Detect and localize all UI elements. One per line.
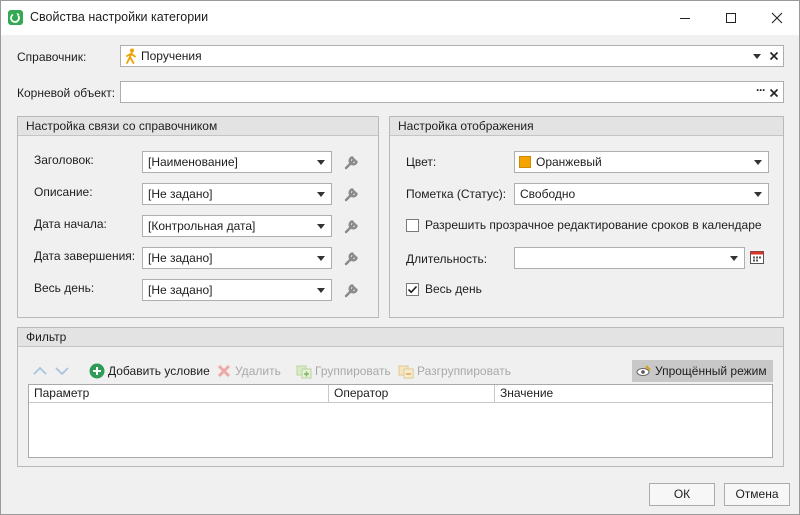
delete-label: Удалить [235, 364, 281, 378]
status-select[interactable]: Свободно [514, 183, 769, 205]
description-label: Описание: [34, 185, 93, 199]
start-date-label: Дата начала: [34, 217, 107, 231]
end-date-value: [Не задано] [148, 251, 213, 265]
chevron-up-icon [33, 366, 47, 375]
color-swatch [519, 156, 531, 168]
transparent-edit-label: Разрешить прозрачное редактирование срок… [425, 218, 762, 232]
all-day-value: [Не задано] [148, 283, 213, 297]
filter-grid[interactable]: Параметр Оператор Значение [28, 384, 773, 458]
group-title: Настройка связи со справочником [18, 117, 378, 136]
wrench-icon[interactable] [342, 184, 362, 204]
title-select[interactable]: [Наименование] [142, 151, 332, 173]
dialog-window: Свойства настройки категории Справочник:… [0, 0, 800, 515]
start-date-value: [Контрольная дата] [148, 219, 256, 233]
add-condition-label: Добавить условие [108, 364, 210, 378]
clear-icon[interactable] [769, 50, 779, 64]
reference-label: Справочник: [17, 50, 87, 64]
ungroup-icon [398, 363, 414, 379]
chevron-down-icon [317, 256, 325, 261]
grid-header: Параметр Оператор Значение [29, 385, 772, 403]
chevron-down-icon [754, 192, 762, 197]
window-title: Свойства настройки категории [30, 10, 209, 24]
cancel-button[interactable]: Отмена [724, 483, 790, 506]
all-day-checkbox[interactable] [406, 283, 419, 296]
delete-x-icon [216, 363, 232, 379]
chevron-down-icon [754, 160, 762, 165]
description-select[interactable]: [Не задано] [142, 183, 332, 205]
checkmark-icon [407, 285, 418, 294]
reference-select[interactable]: Поручения [120, 45, 784, 67]
move-down-button[interactable] [54, 360, 70, 382]
title-bar: Свойства настройки категории [1, 1, 799, 35]
root-object-label: Корневой объект: [17, 86, 116, 100]
root-object-field[interactable]: ··· [120, 81, 784, 103]
chevron-down-icon [317, 224, 325, 229]
status-value: Свободно [520, 187, 576, 201]
app-icon [8, 10, 23, 25]
chevron-down-icon [55, 367, 69, 376]
maximize-button[interactable] [708, 1, 754, 35]
walking-person-icon [124, 48, 138, 67]
group-label: Группировать [315, 364, 391, 378]
wrench-icon[interactable] [342, 152, 362, 172]
chevron-down-icon [317, 160, 325, 165]
close-button[interactable] [754, 1, 800, 35]
title-label: Заголовок: [34, 153, 94, 167]
column-header-parameter[interactable]: Параметр [29, 385, 329, 403]
end-date-label: Дата завершения: [34, 249, 136, 263]
chevron-down-icon [730, 256, 738, 261]
minimize-icon [680, 18, 690, 19]
wrench-icon[interactable] [342, 280, 362, 300]
group-button[interactable]: Группировать [296, 360, 391, 382]
display-settings-group: Настройка отображения Цвет: Оранжевый По… [389, 116, 784, 318]
duration-label: Длительность: [406, 252, 488, 266]
filter-group: Фильтр Добавить условие Удалить Группиро… [17, 327, 784, 467]
chevron-down-icon [317, 288, 325, 293]
ellipsis-button[interactable]: ··· [756, 83, 766, 97]
plus-circle-icon [89, 363, 105, 379]
status-label: Пометка (Статус): [406, 187, 507, 201]
end-date-select[interactable]: [Не задано] [142, 247, 332, 269]
transparent-edit-checkbox[interactable] [406, 219, 419, 232]
reference-value: Поручения [141, 49, 202, 63]
ok-button[interactable]: ОК [649, 483, 715, 506]
calendar-icon[interactable] [749, 249, 765, 265]
duration-field[interactable] [514, 247, 745, 269]
group-title: Фильтр [18, 328, 783, 347]
close-icon [771, 12, 783, 24]
minimize-button[interactable] [662, 1, 708, 35]
add-condition-button[interactable]: Добавить условие [89, 360, 210, 382]
wrench-icon[interactable] [342, 216, 362, 236]
simple-mode-label: Упрощённый режим [655, 364, 767, 378]
color-select[interactable]: Оранжевый [514, 151, 769, 173]
link-settings-group: Настройка связи со справочником Заголово… [17, 116, 379, 318]
filter-toolbar: Добавить условие Удалить Группировать Ра… [28, 360, 773, 382]
all-day-select[interactable]: [Не задано] [142, 279, 332, 301]
chevron-down-icon [317, 192, 325, 197]
start-date-select[interactable]: [Контрольная дата] [142, 215, 332, 237]
ungroup-label: Разгруппировать [417, 364, 512, 378]
all-day-label: Весь день [425, 282, 482, 296]
eye-pencil-icon [636, 363, 652, 379]
column-header-operator[interactable]: Оператор [329, 385, 495, 403]
ungroup-button[interactable]: Разгруппировать [398, 360, 511, 382]
move-up-button[interactable] [32, 360, 48, 382]
color-label: Цвет: [406, 155, 437, 169]
color-value: Оранжевый [536, 155, 602, 169]
description-value: [Не задано] [148, 187, 213, 201]
chevron-down-icon[interactable] [753, 54, 761, 59]
clear-icon[interactable] [769, 87, 779, 101]
all-day-field-label: Весь день: [34, 281, 95, 295]
simple-mode-button[interactable]: Упрощённый режим [632, 360, 773, 382]
title-value: [Наименование] [148, 155, 238, 169]
group-icon [296, 363, 312, 379]
delete-button[interactable]: Удалить [216, 360, 281, 382]
wrench-icon[interactable] [342, 248, 362, 268]
group-title: Настройка отображения [390, 117, 783, 136]
column-header-value[interactable]: Значение [495, 385, 772, 403]
maximize-icon [726, 13, 736, 23]
